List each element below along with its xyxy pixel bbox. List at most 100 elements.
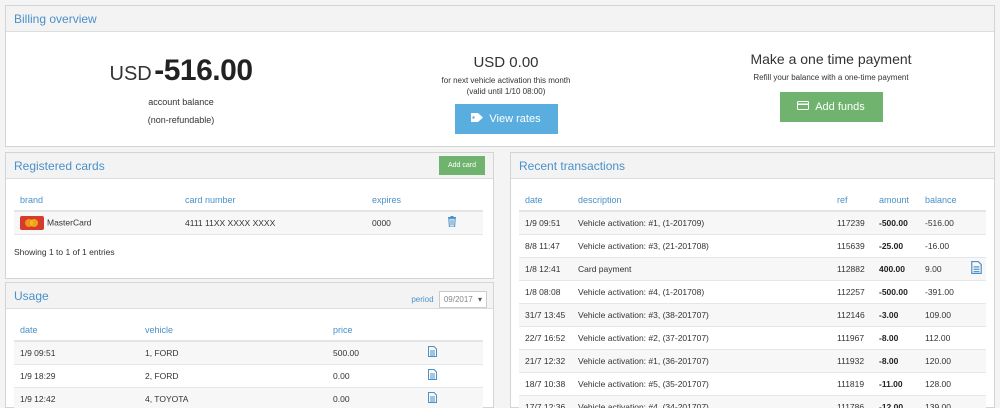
billing-overview-title: Billing overview xyxy=(6,6,994,32)
tx-description: Vehicle activation: #3, (21-201708) xyxy=(572,234,831,258)
usage-panel: Usage period 09/2017 ▾ date vehicle pric… xyxy=(5,282,494,408)
billing-overview-panel: Billing overview USD -516.00 account bal… xyxy=(5,5,995,147)
document-icon[interactable] xyxy=(428,345,437,360)
col-date[interactable]: date xyxy=(519,189,572,212)
document-icon[interactable] xyxy=(428,391,437,406)
col-brand[interactable]: brand xyxy=(14,189,179,212)
usage-vehicle: 4, TOYOTA xyxy=(139,387,327,408)
document-icon[interactable] xyxy=(971,260,982,277)
col-actions xyxy=(441,189,483,212)
card-expires: 0000 xyxy=(366,211,441,235)
usage-doc xyxy=(422,341,483,365)
tx-amount: -8.00 xyxy=(873,349,919,373)
tx-balance: -516.00 xyxy=(919,211,965,235)
recent-transactions-title: Recent transactions xyxy=(511,153,994,179)
col-expires[interactable]: expires xyxy=(366,189,441,212)
tx-date: 22/7 16:52 xyxy=(519,326,572,350)
activation-amount: USD 0.00 xyxy=(473,54,539,71)
col-doc xyxy=(422,319,483,342)
usage-date: 1/9 09:51 xyxy=(14,341,139,365)
col-description[interactable]: description xyxy=(572,189,831,212)
card-number: 4111 11XX XXXX XXXX xyxy=(179,211,366,235)
tx-date: 31/7 13:45 xyxy=(519,303,572,327)
table-row: 18/7 10:38 Vehicle activation: #5, (35-20… xyxy=(519,372,986,396)
tx-ref: 112146 xyxy=(831,303,873,327)
tx-balance: 109.00 xyxy=(919,303,965,327)
table-row: MasterCard 4111 11XX XXXX XXXX 0000 xyxy=(14,211,483,235)
tx-amount: -500.00 xyxy=(873,211,919,235)
tx-ref: 111967 xyxy=(831,326,873,350)
registered-cards-panel: Registered cards Add card brand card num… xyxy=(5,152,494,279)
card-brand: MasterCard xyxy=(14,211,179,235)
col-card-number[interactable]: card number xyxy=(179,189,366,212)
transactions-table: date description ref amount balance 1/9 … xyxy=(519,189,986,408)
add-funds-button[interactable]: Add funds xyxy=(779,92,883,122)
tx-ref: 111932 xyxy=(831,349,873,373)
col-ref[interactable]: ref xyxy=(831,189,873,212)
cards-pagination-info: Showing 1 to 1 of 1 entries xyxy=(14,246,115,257)
view-rates-button[interactable]: View rates xyxy=(454,104,558,134)
usage-price: 500.00 xyxy=(327,341,422,365)
table-row: 1/9 09:51 Vehicle activation: #1, (1-2017… xyxy=(519,211,986,235)
registered-cards-title: Registered cards Add card xyxy=(6,153,493,179)
col-vehicle[interactable]: vehicle xyxy=(139,319,327,342)
mastercard-logo-icon xyxy=(20,215,44,230)
tx-balance: -16.00 xyxy=(919,234,965,258)
tx-amount: -3.00 xyxy=(873,303,919,327)
tx-doc xyxy=(965,326,986,350)
col-doc xyxy=(965,189,986,212)
usage-title: Usage period 09/2017 ▾ xyxy=(6,283,493,309)
activation-block: USD 0.00 for next vehicle activation thi… xyxy=(411,54,601,134)
registered-cards-title-text: Registered cards xyxy=(14,159,105,173)
col-price[interactable]: price xyxy=(327,319,422,342)
usage-doc xyxy=(422,364,483,388)
add-card-button[interactable]: Add card xyxy=(439,156,485,175)
col-balance[interactable]: balance xyxy=(919,189,965,212)
tx-balance: 112.00 xyxy=(919,326,965,350)
tx-ref: 112882 xyxy=(831,257,873,281)
tx-doc xyxy=(965,303,986,327)
tx-doc xyxy=(965,395,986,408)
document-icon[interactable] xyxy=(428,368,437,383)
period-value: 09/2017 xyxy=(443,295,473,304)
col-amount[interactable]: amount xyxy=(873,189,919,212)
usage-date: 1/9 18:29 xyxy=(14,364,139,388)
balance-label: account balance xyxy=(148,97,214,107)
tx-balance: 9.00 xyxy=(919,257,965,281)
tx-doc xyxy=(965,257,986,281)
tx-balance: 128.00 xyxy=(919,372,965,396)
tx-amount: -25.00 xyxy=(873,234,919,258)
balance-amount: -516.00 xyxy=(154,54,253,87)
view-rates-label: View rates xyxy=(489,113,541,125)
cards-table: brand card number expires MasterCard 411… xyxy=(14,189,483,235)
usage-title-text: Usage xyxy=(14,289,49,303)
tx-date: 1/8 12:41 xyxy=(519,257,572,281)
payment-subtitle: Refill your balance with a one-time paym… xyxy=(753,73,909,82)
table-row: 22/7 16:52 Vehicle activation: #2, (37-20… xyxy=(519,326,986,350)
period-label: period xyxy=(411,295,434,304)
tx-amount: -8.00 xyxy=(873,326,919,350)
tx-description: Vehicle activation: #4, (1-201708) xyxy=(572,280,831,304)
usage-vehicle: 1, FORD xyxy=(139,341,327,365)
tag-icon xyxy=(471,113,484,125)
account-balance-block: USD -516.00 account balance (non-refunda… xyxy=(101,54,261,132)
tx-description: Vehicle activation: #1, (1-201709) xyxy=(572,211,831,235)
tx-balance: -391.00 xyxy=(919,280,965,304)
trash-icon[interactable] xyxy=(447,215,457,230)
period-select[interactable]: 09/2017 ▾ xyxy=(438,291,487,308)
usage-price: 0.00 xyxy=(327,364,422,388)
col-date[interactable]: date xyxy=(14,319,139,342)
tx-date: 1/9 09:51 xyxy=(519,211,572,235)
caret-down-icon: ▾ xyxy=(477,295,482,304)
tx-ref: 111819 xyxy=(831,372,873,396)
transactions-body: 1/9 09:51 Vehicle activation: #1, (1-2017… xyxy=(519,211,986,408)
tx-doc xyxy=(965,234,986,258)
tx-balance: 139.00 xyxy=(919,395,965,408)
table-row: 1/9 12:42 4, TOYOTA 0.00 xyxy=(14,387,483,408)
tx-amount: -500.00 xyxy=(873,280,919,304)
tx-description: Card payment xyxy=(572,257,831,281)
table-row: 1/9 09:51 1, FORD 500.00 xyxy=(14,341,483,365)
tx-ref: 117239 xyxy=(831,211,873,235)
tx-description: Vehicle activation: #2, (37-201707) xyxy=(572,326,831,350)
tx-doc xyxy=(965,280,986,304)
